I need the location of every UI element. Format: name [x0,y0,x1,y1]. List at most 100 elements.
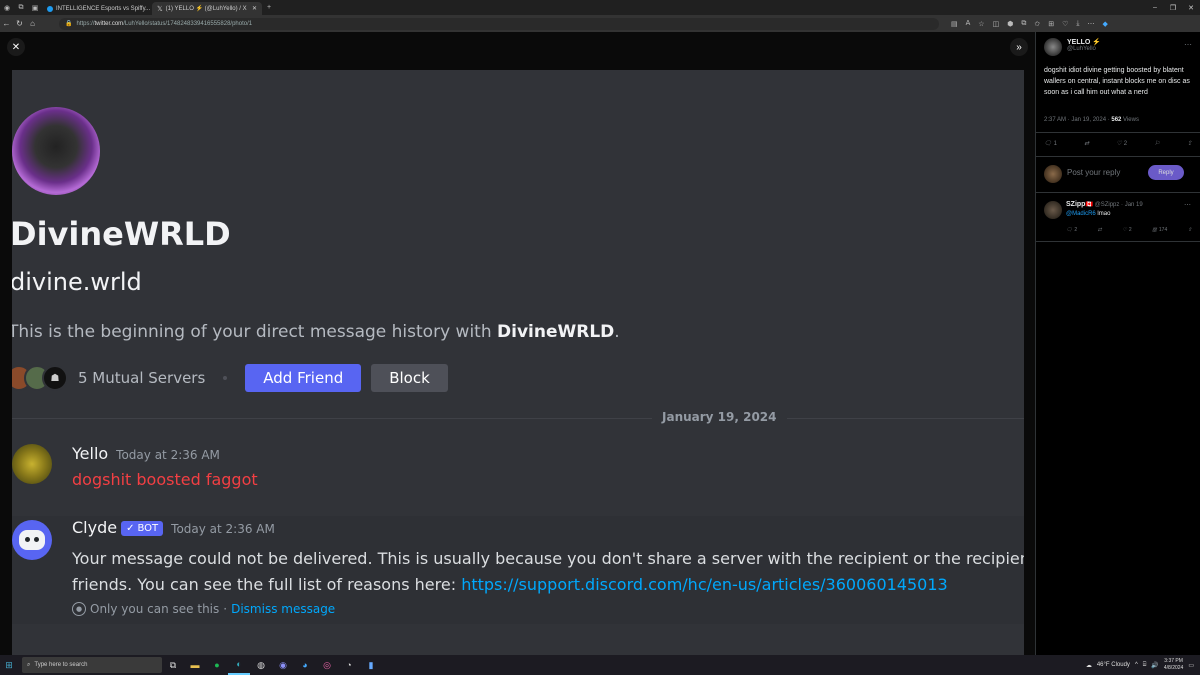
message-author[interactable]: Yello [72,444,108,463]
refresh-icon[interactable]: ↻ [13,19,26,28]
reply-author-name[interactable]: SZipp [1066,201,1085,208]
author-handle[interactable]: @LuhYello [1067,46,1101,52]
ephemeral-notice: ● Only you can see this · Dismiss messag… [72,602,335,616]
message-line-text: friends. You can see the full list of re… [72,575,462,594]
network-icon[interactable]: ⌸ [1143,662,1147,669]
split-screen-icon[interactable]: ◫ [993,20,1000,28]
settings-more-icon[interactable]: ⋯ [1087,20,1094,28]
reply-handle-time[interactable]: @SZippz · Jan 19 [1095,202,1143,208]
reply-button[interactable]: 🗨 2 [1066,227,1077,233]
back-icon[interactable]: ← [0,19,13,28]
more-options-icon[interactable]: ⋯ [1184,201,1191,209]
like-button[interactable]: ♡2 [1122,227,1131,233]
collections-icon[interactable]: ⧉ [14,0,28,15]
author-name[interactable]: YELLO ⚡ [1067,38,1101,46]
mention-link[interactable]: @MadicR6 [1066,211,1096,217]
edge-icon[interactable]: ◐ [228,655,250,675]
message-text: Your message could not be delivered. Thi… [72,546,1024,598]
views-button[interactable]: ▥ 174 [1152,227,1167,233]
retweet-icon: ⇄ [1084,141,1090,147]
reader-icon[interactable]: ▤ [951,20,958,28]
battle-net-icon[interactable]: ◕ [294,655,316,675]
app-icon[interactable]: ▮ [360,655,382,675]
file-explorer-icon[interactable]: ▬ [184,655,206,675]
task-view-icon[interactable]: ⧉ [162,655,184,675]
mutual-servers-link[interactable]: 5 Mutual Servers [78,369,205,387]
minimize-icon[interactable]: – [1146,4,1164,12]
author-info: YELLO ⚡ @LuhYello [1067,38,1101,56]
tweet-time[interactable]: 2:37 AM · Jan 19, 2024 · [1044,117,1111,123]
reply-button[interactable]: Reply [1148,165,1184,180]
reply-body: lmao [1095,211,1111,217]
favorite-star-icon[interactable]: ☆ [978,20,984,28]
volume-icon[interactable]: 🔊 [1151,662,1158,669]
tweet-text: dogshit idiot divine getting boosted by … [1044,67,1190,96]
window-controls: – ❐ ✕ [1146,4,1200,12]
avatar[interactable] [12,444,52,484]
collections-icon[interactable]: ⊞ [1048,20,1054,28]
reply-button[interactable]: 🗨1 [1044,140,1057,148]
downloads-icon[interactable]: ⤓ [1076,20,1079,28]
steam-icon[interactable]: ◍ [250,655,272,675]
avatar[interactable] [1044,38,1062,56]
like-count: 2 [1123,140,1128,147]
notifications-icon[interactable]: ▭ [1188,662,1194,669]
eye-icon: ● [72,602,86,616]
weather-text[interactable]: 46°F Cloudy [1097,662,1130,668]
tab-intelligence[interactable]: INTELLIGENCE Esports vs Spiffy... ✕ [42,2,152,15]
bookmark-button[interactable]: ⚐ [1154,140,1159,147]
discord-screenshot: DivineWRLD divine.wrld This is the begin… [12,70,1024,663]
close-icon[interactable]: ✕ [7,38,25,56]
avatar[interactable] [1044,201,1062,219]
reply-input[interactable]: Post your reply [1067,168,1120,177]
divider [1036,241,1200,242]
clock-time: 3:37 PM [1164,658,1183,664]
extensions: ▤ A ☆ ◫ ⬢ ⧉ ✩ ⊞ ♡ ⤓ ⋯ ◆ [951,20,1108,28]
extension-icon[interactable]: ⬢ [1007,20,1013,28]
message-author[interactable]: Clyde [72,518,117,537]
search-highlight-image [128,658,158,672]
url-prefix: https:// [76,20,95,27]
obs-icon[interactable]: ◔ [338,655,360,675]
block-button[interactable]: Block [371,364,448,392]
discord-icon[interactable]: ◉ [272,655,294,675]
taskbar-search[interactable]: ⌕ Type here to search [22,657,162,673]
expand-sidebar-icon[interactable]: » [1010,38,1028,56]
divider [1036,192,1200,193]
close-window-icon[interactable]: ✕ [1182,4,1200,12]
url-field[interactable]: 🔒 https://twitter.com/LuhYello/status/17… [59,17,939,30]
separator-dot: · [223,602,228,616]
screen: ◉ ⧉ ▣ INTELLIGENCE Esports vs Spiffy... … [0,0,1200,675]
app-icon[interactable]: ◎ [316,655,338,675]
message-timestamp: Today at 2:36 AM [116,448,220,462]
spotify-icon[interactable]: ● [206,655,228,675]
extensions-puzzle-icon[interactable]: ⧉ [1021,20,1026,28]
new-tab-button[interactable]: + [262,0,276,15]
check-icon: ✓ [126,523,135,534]
home-icon[interactable]: ⌂ [26,19,39,28]
clock[interactable]: 3:37 PM 4/8/2024 [1164,658,1183,672]
avatar[interactable] [12,520,52,560]
retweet-button[interactable]: ⇄ [1098,227,1102,233]
dismiss-message-link[interactable]: Dismiss message [231,602,335,616]
support-link[interactable]: https://support.discord.com/hc/en-us/art… [461,575,948,594]
close-tab-icon[interactable]: ✕ [252,5,257,12]
share-button[interactable]: ⇪ [1188,227,1192,233]
windows-start-icon[interactable]: ⊞ [0,660,18,671]
like-button[interactable]: ♡2 [1116,140,1128,148]
tab-actions-icon[interactable]: ▣ [28,0,42,15]
restore-icon[interactable]: ❐ [1164,4,1182,12]
tab-favicon [47,5,53,12]
favorites-icon[interactable]: ✩ [1034,20,1040,28]
read-aloud-icon[interactable]: A [966,20,971,28]
browser-essentials-icon[interactable]: ♡ [1062,20,1068,28]
tray-overflow-icon[interactable]: ^ [1135,662,1138,668]
tab-twitter[interactable]: 𝕏 (1) YELLO ⚡ (@LuhYello) / X ✕ [152,2,262,15]
copilot-icon[interactable]: ◆ [1102,20,1107,28]
share-button[interactable]: ⇪ [1187,140,1192,147]
profile-icon[interactable]: ◉ [0,0,14,15]
retweet-button[interactable]: ⇄ [1084,140,1089,147]
search-placeholder: Type here to search [34,662,88,668]
add-friend-button[interactable]: Add Friend [245,364,362,392]
more-options-icon[interactable]: ⋯ [1184,40,1192,49]
